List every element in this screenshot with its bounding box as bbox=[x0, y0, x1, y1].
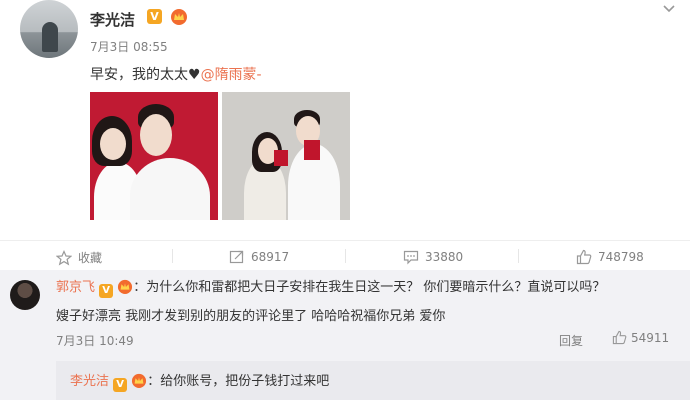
comment-time: 7月3日 10:49 bbox=[56, 334, 134, 348]
comment-text-1: ：为什么你和雷都把大日子安排在我生日这一天？ 你们要暗示什么？直说可以吗？ bbox=[133, 280, 606, 295]
marriage-certificate-2 bbox=[304, 140, 320, 160]
vip-crown-icon bbox=[118, 279, 133, 294]
vip-crown-icon bbox=[132, 373, 147, 388]
verified-badge-icon: V bbox=[113, 378, 128, 392]
comment-like-button[interactable]: 54911 bbox=[612, 330, 669, 345]
mention-link[interactable]: @隋雨蒙- bbox=[201, 67, 262, 83]
verified-badge-icon: V bbox=[147, 9, 162, 24]
avatar-figure bbox=[42, 22, 58, 52]
star-icon bbox=[56, 249, 72, 265]
comment-icon bbox=[403, 250, 419, 265]
post-text-content: 早安，我的太太♥ bbox=[90, 67, 201, 83]
post-time[interactable]: 7月3日 08:55 bbox=[90, 38, 168, 55]
post-action-bar: 收藏 68917 33880 748798 bbox=[0, 240, 690, 270]
photo-woman-face bbox=[100, 128, 126, 160]
post-text: 早安，我的太太♥@隋雨蒙- bbox=[90, 64, 262, 84]
repost-count: 68917 bbox=[251, 250, 290, 264]
reply-button[interactable]: 回复 bbox=[559, 332, 583, 349]
marriage-certificate-1 bbox=[274, 150, 288, 166]
comment-like-count: 54911 bbox=[631, 330, 670, 345]
post-photo-1[interactable] bbox=[90, 92, 218, 220]
sub-reply-author[interactable]: 李光洁 bbox=[70, 374, 109, 389]
author-avatar[interactable] bbox=[20, 0, 78, 58]
comment-button[interactable]: 33880 bbox=[403, 249, 463, 265]
favorite-label: 收藏 bbox=[78, 251, 103, 265]
sub-reply-line: 李光洁 V ：给你账号，把份子钱打过来吧 bbox=[70, 370, 329, 392]
sub-reply-text: ：给你账号，把份子钱打过来吧 bbox=[147, 374, 330, 389]
comment-line-1: 郭京飞 V ：为什么你和雷都把大日子安排在我生日这一天？ 你们要暗示什么？直说可… bbox=[56, 276, 605, 298]
like-button[interactable]: 748798 bbox=[576, 249, 644, 265]
thumbs-up-icon bbox=[576, 249, 592, 265]
post-photo-2[interactable] bbox=[222, 92, 350, 220]
chevron-down-icon[interactable] bbox=[662, 4, 676, 14]
divider bbox=[345, 249, 346, 263]
verified-badge-icon: V bbox=[99, 284, 114, 298]
photo-man-figure bbox=[130, 158, 210, 220]
sub-reply: 李光洁 V ：给你账号，把份子钱打过来吧 bbox=[56, 361, 690, 400]
vip-crown-icon bbox=[171, 9, 187, 25]
comment-text-2: 嫂子好漂亮 我刚才发到别的朋友的评论里了 哈哈哈祝福你兄弟 爱你 bbox=[56, 309, 446, 324]
comment-count: 33880 bbox=[425, 250, 464, 264]
divider bbox=[172, 249, 173, 263]
weibo-post: 李光洁 V 7月3日 08:55 早安，我的太太♥@隋雨蒙- bbox=[0, 0, 690, 240]
thumbs-up-icon bbox=[612, 330, 627, 345]
favorite-button[interactable]: 收藏 bbox=[56, 249, 102, 266]
repost-icon bbox=[229, 250, 244, 264]
like-count: 748798 bbox=[598, 250, 644, 264]
repost-button[interactable]: 68917 bbox=[229, 249, 289, 265]
commenter-name[interactable]: 郭京飞 bbox=[56, 280, 95, 295]
photo-man-face bbox=[140, 114, 172, 156]
commenter-avatar[interactable] bbox=[10, 280, 40, 310]
divider bbox=[518, 249, 519, 263]
author-name[interactable]: 李光洁 bbox=[90, 9, 135, 30]
